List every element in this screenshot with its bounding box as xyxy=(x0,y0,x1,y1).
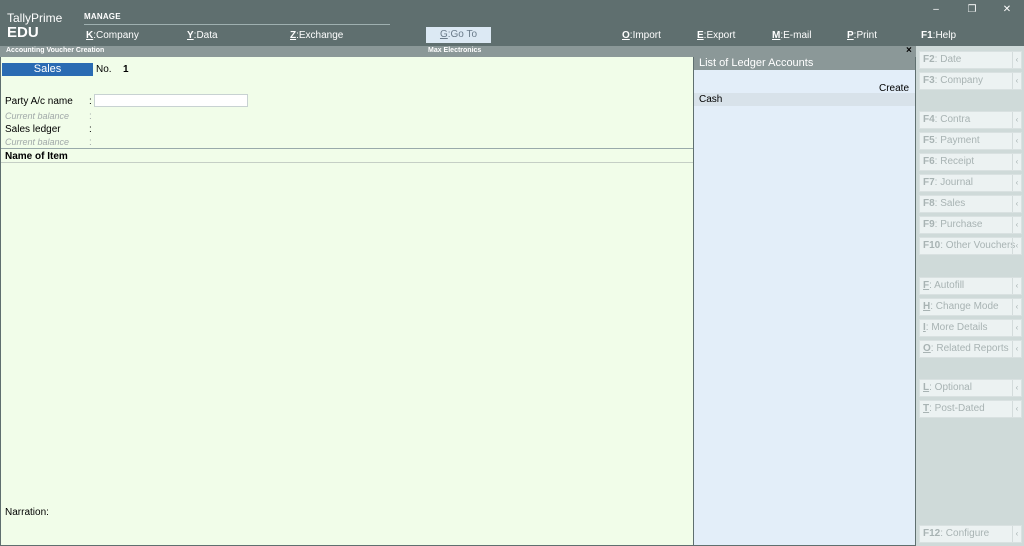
optional-button[interactable]: L: Optional ‹ xyxy=(919,379,1022,397)
sales-ledger-label: Sales ledger xyxy=(5,124,61,135)
f4-contra-button[interactable]: F4: Contra ‹ xyxy=(919,111,1022,129)
menu-help[interactable]: F1:Help xyxy=(921,30,956,41)
title-strip: Accounting Voucher Creation Max Electron… xyxy=(0,45,916,57)
items-divider-top xyxy=(1,148,693,149)
items-column-header: Name of Item xyxy=(5,151,68,162)
party-colon: : xyxy=(89,96,92,107)
chevron-left-icon: ‹ xyxy=(1012,341,1021,357)
chevron-left-icon: ‹ xyxy=(1012,278,1021,294)
ledger-list-title: List of Ledger Accounts xyxy=(694,57,915,70)
chevron-left-icon: ‹ xyxy=(1012,196,1021,212)
screen-title: Accounting Voucher Creation xyxy=(6,47,105,54)
chevron-left-icon: ‹ xyxy=(1012,320,1021,336)
f2-date-button[interactable]: F2: Date ‹ xyxy=(919,51,1022,69)
chevron-left-icon: ‹ xyxy=(1012,133,1021,149)
related-reports-button[interactable]: O: Related Reports ‹ xyxy=(919,340,1022,358)
menu-exchange[interactable]: Z:Exchange xyxy=(290,30,343,41)
manage-divider xyxy=(84,24,390,25)
f5-payment-button[interactable]: F5: Payment ‹ xyxy=(919,132,1022,150)
party-current-balance-label: Current balance xyxy=(5,111,70,121)
minimize-icon[interactable]: – xyxy=(928,4,944,16)
list-item[interactable]: Cash xyxy=(694,93,915,106)
chevron-left-icon: ‹ xyxy=(1012,380,1021,396)
menu-data[interactable]: Y:Data xyxy=(187,30,218,41)
chevron-left-icon: ‹ xyxy=(1012,217,1021,233)
f12-configure-button[interactable]: F12: Configure ‹ xyxy=(919,525,1022,543)
menu-print[interactable]: P:Print xyxy=(847,30,877,41)
f8-sales-button[interactable]: F8: Sales ‹ xyxy=(919,195,1022,213)
voucher-number-label: No. xyxy=(96,64,112,75)
chevron-left-icon: ‹ xyxy=(1012,299,1021,315)
company-name: Max Electronics xyxy=(428,47,482,54)
change-mode-button[interactable]: H: Change Mode ‹ xyxy=(919,298,1022,316)
ledger-current-balance-label: Current balance xyxy=(5,137,70,147)
party-label: Party A/c name xyxy=(5,96,73,107)
close-icon[interactable]: ✕ xyxy=(999,4,1015,16)
manage-label: MANAGE xyxy=(84,12,121,21)
menu-company[interactable]: K:Company xyxy=(86,30,139,41)
goto-button[interactable]: G:Go To xyxy=(426,27,491,43)
chevron-left-icon: ‹ xyxy=(1012,154,1021,170)
chevron-left-icon: ‹ xyxy=(1012,401,1021,417)
party-input[interactable] xyxy=(94,94,248,107)
chevron-left-icon: ‹ xyxy=(1012,526,1021,542)
top-bar: TallyPrime EDU MANAGE K:Company Y:Data Z… xyxy=(0,0,1024,46)
items-divider-bottom xyxy=(1,162,693,163)
chevron-left-icon: ‹ xyxy=(1012,175,1021,191)
menu-email[interactable]: M:E-mail xyxy=(772,30,811,41)
restore-icon[interactable]: ❐ xyxy=(964,4,980,16)
screen-close-icon[interactable]: × xyxy=(906,45,912,56)
post-dated-button[interactable]: T: Post-Dated ‹ xyxy=(919,400,1022,418)
button-panel: F2: Date ‹ F3: Company ‹ F4: Contra ‹ F5: P… xyxy=(916,46,1024,546)
ledger-list-panel: List of Ledger Accounts Create Cash xyxy=(694,57,915,545)
ledger-balance-colon: : xyxy=(89,137,92,148)
chevron-left-icon: ‹ xyxy=(1012,73,1021,89)
menu-import[interactable]: O:Import xyxy=(622,30,661,41)
voucher-number: 1 xyxy=(123,64,129,75)
voucher-type-badge[interactable]: Sales xyxy=(2,63,93,76)
f6-receipt-button[interactable]: F6: Receipt ‹ xyxy=(919,153,1022,171)
f10-other-vouchers-button[interactable]: F10: Other Vouchers ‹ xyxy=(919,237,1022,255)
chevron-left-icon: ‹ xyxy=(1012,112,1021,128)
voucher-area: Sales No. 1 Party A/c name : Current bal… xyxy=(1,57,693,545)
f9-purchase-button[interactable]: F9: Purchase ‹ xyxy=(919,216,1022,234)
more-details-button[interactable]: I: More Details ‹ xyxy=(919,319,1022,337)
chevron-left-icon: ‹ xyxy=(1012,238,1021,254)
f3-company-button[interactable]: F3: Company ‹ xyxy=(919,72,1022,90)
chevron-left-icon: ‹ xyxy=(1012,52,1021,68)
party-balance-colon: : xyxy=(89,111,92,122)
app-name: TallyPrime xyxy=(7,11,63,25)
menu-export[interactable]: E:Export xyxy=(697,30,735,41)
f7-journal-button[interactable]: F7: Journal ‹ xyxy=(919,174,1022,192)
app-edition: EDU xyxy=(7,24,39,41)
autofill-button[interactable]: F: Autofill ‹ xyxy=(919,277,1022,295)
narration-label: Narration: xyxy=(5,507,49,518)
sales-ledger-colon: : xyxy=(89,124,92,135)
